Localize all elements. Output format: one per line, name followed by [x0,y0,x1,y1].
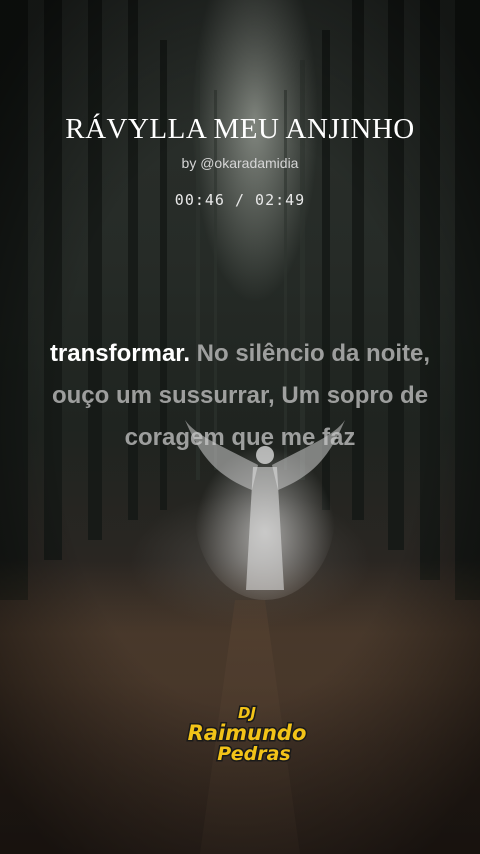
lyric-video-screen: RÁVYLLA MEU ANJINHO by @okaradamidia 00:… [0,0,480,854]
time-separator: / [224,191,256,209]
logo-line-pedras: Pedras [217,743,290,765]
lyrics-block: transformar. No silêncio da noite, ouço … [40,333,440,459]
song-title: RÁVYLLA MEU ANJINHO [65,113,415,145]
current-time: 00:46 [174,191,225,209]
total-duration: 02:49 [255,191,306,209]
lyric-current-word: transformar. [49,340,190,367]
dj-raimundo-pedras-logo: DJ Raimundo Pedras [186,703,308,767]
artist-handle: by @okaradamidia [181,155,299,171]
logo-line-dj: DJ [238,704,256,722]
logo-line-raimundo: Raimundo [188,721,307,745]
playback-time: 00:46 / 02:49 [0,191,480,209]
